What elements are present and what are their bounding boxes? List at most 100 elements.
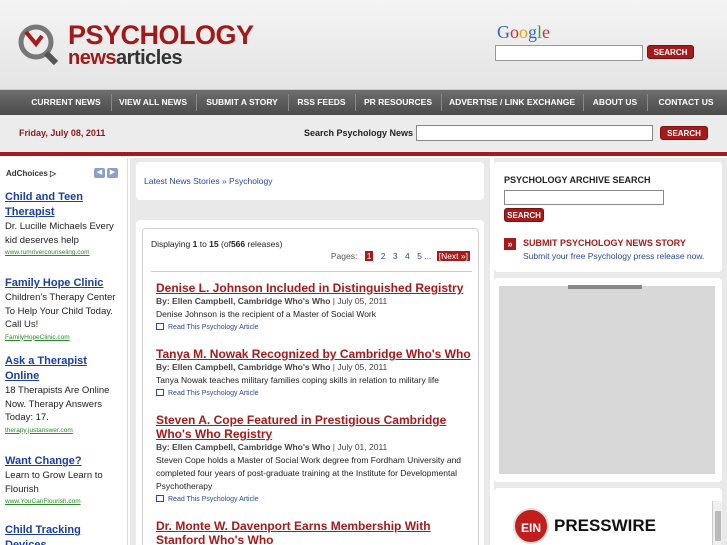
site-search-input[interactable] <box>416 125 653 141</box>
ein-scrollbar[interactable] <box>712 501 722 545</box>
article-title[interactable]: Denise L. Johnson Included in Distinguis… <box>156 281 476 295</box>
ad-title[interactable]: Ask a Therapist Online <box>5 354 123 384</box>
archive-search-input[interactable] <box>504 190 664 205</box>
page-link[interactable]: 4 <box>405 251 410 261</box>
article-author: By: Ellen Campbell, Cambridge Who's Who <box>156 296 331 306</box>
logo-subtitle-articles: articles <box>116 47 183 69</box>
archive-search-button[interactable]: SEARCH <box>504 208 544 222</box>
article-title[interactable]: Dr. Monte W. Davenport Earns Membership … <box>156 519 476 545</box>
article-description: Denise Johnson is the recipient of a Mas… <box>156 309 377 319</box>
main-content: Latest News Stories » Psychology Display… <box>130 158 490 545</box>
sidebar-ad-box <box>494 278 722 482</box>
breadcrumb-box: Latest News Stories » Psychology <box>136 162 484 200</box>
article-date: | July 01, 2011 <box>332 442 388 452</box>
article-author: By: Ellen Campbell, Cambridge Who's Who <box>156 442 331 452</box>
google-letter: e <box>542 22 551 42</box>
article-date: | July 05, 2011 <box>332 362 388 372</box>
ad-item[interactable]: Family Hope Clinic Children's Therapy Ce… <box>5 276 123 343</box>
arrow-link-icon <box>156 323 164 330</box>
listing-of: (of <box>221 239 231 249</box>
google-search-button[interactable]: SEARCH <box>647 45 694 59</box>
ad-title[interactable]: Family Hope Clinic <box>5 276 123 291</box>
google-letter: g <box>528 22 537 42</box>
adchoices-label[interactable]: AdChoices ▷ <box>6 169 56 178</box>
ad-item[interactable]: Ask a Therapist Online 18 Therapists Are… <box>5 354 123 436</box>
ad-text: Learn to Grow Learn to Flourish <box>5 470 103 495</box>
page-link[interactable]: 2 <box>381 251 386 261</box>
logo-magnifier-icon <box>18 24 59 66</box>
arrow-link-icon <box>156 495 164 502</box>
listing-from: 1 <box>192 239 198 249</box>
page-link[interactable]: 1 <box>364 251 374 261</box>
google-logo: Google <box>497 22 550 43</box>
breadcrumb-separator: » <box>219 176 230 186</box>
ad-title[interactable]: Want Change? <box>5 454 123 469</box>
nav-rss-feeds[interactable]: RSS FEEDS <box>289 90 354 115</box>
breadcrumb-home[interactable]: Latest News Stories <box>144 176 220 186</box>
nav-about-us[interactable]: ABOUT US <box>584 90 646 115</box>
submit-story-subtext[interactable]: Submit your free Psychology press releas… <box>523 251 704 261</box>
pages-label: Pages: <box>330 251 358 261</box>
ein-presswire-box[interactable]: EIN PRESSWIRE <box>494 488 722 545</box>
logo-subtitle-news: news <box>68 47 117 69</box>
page-link[interactable]: 3 <box>393 251 398 261</box>
ad-text: 18 Therapists Are Online Now. Therapy An… <box>5 385 110 423</box>
article-item: Denise L. Johnson Included in Distinguis… <box>156 281 476 335</box>
google-search-input[interactable] <box>495 45 643 61</box>
read-article-label[interactable]: Read This Psychology Article <box>168 324 259 331</box>
right-sidebar: PSYCHOLOGY ARCHIVE SEARCH SEARCH » SUBMI… <box>494 158 727 545</box>
nav-pr-resources[interactable]: PR RESOURCES <box>356 90 440 115</box>
site-logo[interactable]: PSYCHOLOGY newsarticles <box>16 20 254 70</box>
article-meta: By: Ellen Campbell, Cambridge Who's Who … <box>156 361 476 374</box>
site-search-button[interactable]: SEARCH <box>660 126 708 140</box>
ad-text: Dr. Lucille Michaels Every kid deserves … <box>5 221 114 246</box>
current-date: Friday, July 08, 2011 <box>19 128 106 138</box>
ad-item[interactable]: Want Change? Learn to Grow Learn to Flou… <box>5 454 123 507</box>
left-ad-column: AdChoices ▷ ◀ ▶ Child and Teen Therapist… <box>0 158 128 545</box>
ad-url[interactable]: FamilyHopeClinic.com <box>5 332 123 343</box>
nav-view-all-news[interactable]: VIEW ALL NEWS <box>112 90 194 115</box>
page-link[interactable]: 5 <box>417 251 422 261</box>
ad-placeholder-bar <box>568 285 642 289</box>
ad-item[interactable]: Child Tracking Devices <box>5 523 123 545</box>
ad-next-icon[interactable]: ▶ <box>107 168 118 178</box>
nav-contact-us[interactable]: CONTACT US <box>648 90 724 115</box>
article-item: Tanya M. Nowak Recognized by Cambridge W… <box>156 347 476 401</box>
ad-prev-icon[interactable]: ◀ <box>94 168 105 178</box>
read-article-link[interactable]: Read This Psychology Article <box>156 321 476 335</box>
double-arrow-icon: » <box>504 238 516 250</box>
nav-current-news[interactable]: CURRENT NEWS <box>22 90 110 115</box>
nav-submit-story[interactable]: SUBMIT A STORY <box>197 90 287 115</box>
scrollbar-thumb[interactable] <box>715 511 721 541</box>
article-item: Dr. Monte W. Davenport Earns Membership … <box>156 519 476 545</box>
site-search-label: Search Psychology News <box>304 128 414 138</box>
article-item: Steven A. Cope Featured in Prestigious C… <box>156 413 476 507</box>
ad-url[interactable]: therapy.justanswer.com <box>5 425 123 436</box>
ad-placeholder <box>499 286 715 474</box>
listing-count: Displaying 1 to 15 (of566 releases) <box>151 239 282 249</box>
logo-title: PSYCHOLOGY <box>68 20 254 50</box>
read-article-link[interactable]: Read This Psychology Article <box>156 387 476 401</box>
ad-item[interactable]: Child and Teen Therapist Dr. Lucille Mic… <box>5 190 123 258</box>
google-letter: G <box>497 22 510 42</box>
listing-suffix: releases) <box>247 239 283 249</box>
ad-title[interactable]: Child and Teen Therapist <box>5 190 123 220</box>
ad-title[interactable]: Child Tracking Devices <box>5 523 123 545</box>
nav-advertise[interactable]: ADVERTISE / LINK EXCHANGE <box>442 90 582 115</box>
pages-ellipsis: ... <box>424 251 432 261</box>
ad-url[interactable]: www.rumrivercounseling.com <box>5 247 123 258</box>
ad-url[interactable]: www.YouCanFlourish.com <box>5 496 123 507</box>
logo-subtitle: newsarticles <box>68 47 183 69</box>
read-article-label[interactable]: Read This Psychology Article <box>168 496 259 503</box>
article-date: | July 05, 2011 <box>332 296 388 306</box>
breadcrumb: Latest News Stories » Psychology <box>144 176 273 186</box>
breadcrumb-current[interactable]: Psychology <box>229 176 272 186</box>
date-search-bar: Friday, July 08, 2011 Search Psychology … <box>0 115 727 152</box>
submit-story-link[interactable]: SUBMIT PSYCHOLOGY NEWS STORY <box>523 238 686 248</box>
article-title[interactable]: Steven A. Cope Featured in Prestigious C… <box>156 413 476 441</box>
read-article-link[interactable]: Read This Psychology Article <box>156 493 476 507</box>
google-letter: o <box>510 22 519 42</box>
article-title[interactable]: Tanya M. Nowak Recognized by Cambridge W… <box>156 347 476 361</box>
next-page-button[interactable]: [Next »] <box>436 251 470 261</box>
read-article-label[interactable]: Read This Psychology Article <box>168 390 259 397</box>
